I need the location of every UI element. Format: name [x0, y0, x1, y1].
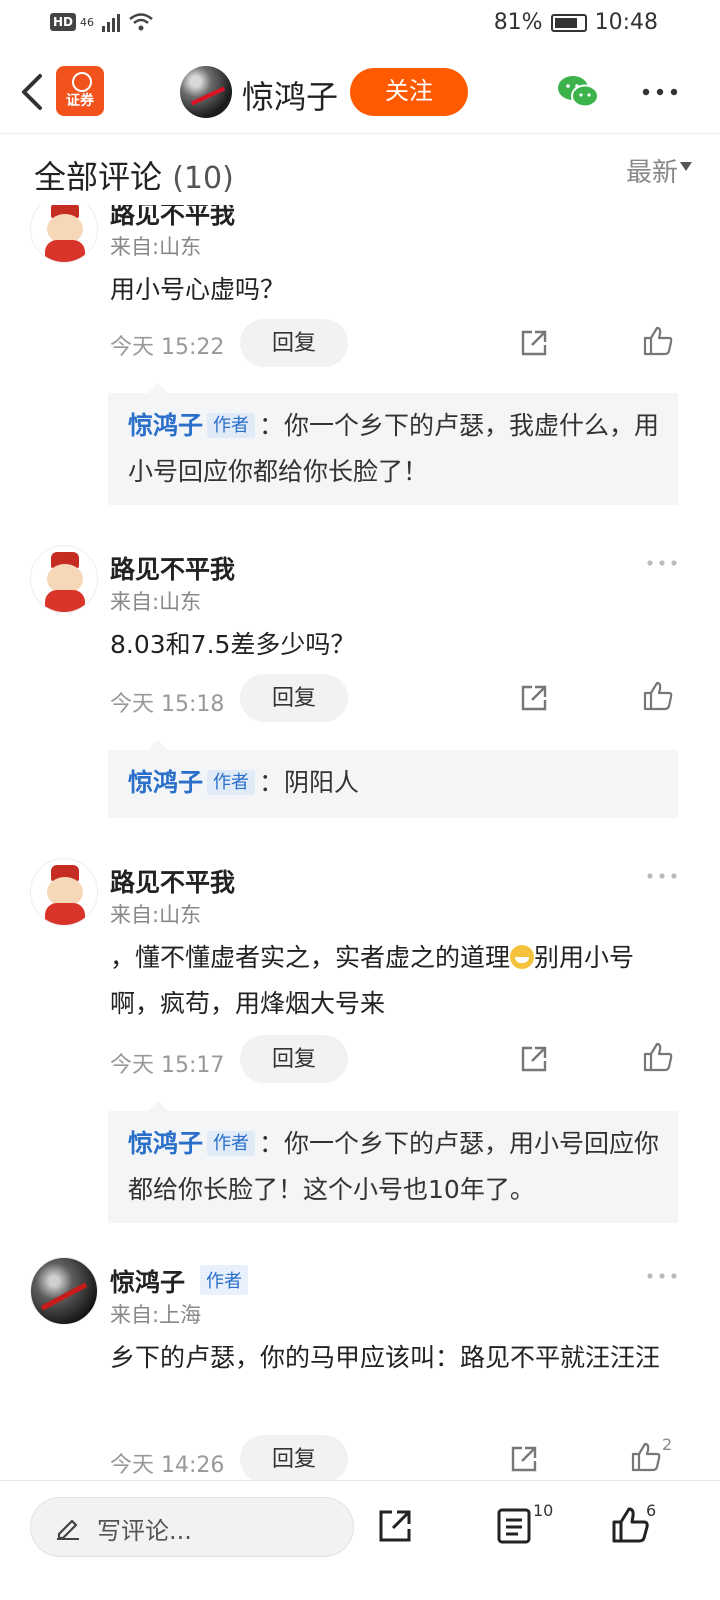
- reply-text: ：阴阳人: [259, 768, 360, 797]
- sort-dropdown[interactable]: 最新: [626, 152, 678, 189]
- comment-user-name[interactable]: 路见不平我: [110, 550, 235, 586]
- hd-badge: HD: [50, 13, 77, 31]
- reply-author-name[interactable]: 惊鸿子: [128, 1129, 203, 1158]
- comment-time: 今天 15:17: [110, 1053, 225, 1078]
- network-label: 46: [80, 15, 95, 29]
- author-badge: 作者: [207, 1131, 256, 1156]
- pen-icon: [57, 1519, 79, 1540]
- author-reply: 惊鸿子 作者 ：你一个乡下的卢瑟，我虚什么，用小号回应你都给你长脸了！: [108, 383, 678, 505]
- comment-text: ，懂不懂虚者实之，实者虚之的道理 别用小号啊，疯苟，用烽烟大号来: [110, 943, 635, 1018]
- comment-item: 路见不平我 来自:山东 8.03和7.5差多少吗？ 今天 15:18 回复 惊鸿…: [0, 540, 720, 820]
- like-icon[interactable]: [610, 1505, 650, 1545]
- comments-count: (10): [172, 161, 234, 196]
- follow-button[interactable]: 关注: [350, 68, 468, 116]
- like-icon[interactable]: [642, 1041, 674, 1073]
- comment-item: 路见不平我 来自:山东 用小号心虚吗？ 今天 15:22 回复 惊鸿子 作者 ：你一…: [0, 205, 720, 510]
- more-icon[interactable]: [646, 871, 678, 881]
- reply-button[interactable]: 回复: [240, 319, 348, 367]
- like-icon[interactable]: [642, 680, 674, 712]
- share-icon[interactable]: [508, 1443, 540, 1475]
- author-reply: 惊鸿子 作者 ：你一个乡下的卢瑟，用小号回应你都给你长脸了！这个小号也10年了。: [108, 1101, 678, 1223]
- comment-user-name[interactable]: 惊鸿子: [110, 1263, 185, 1299]
- comment-list-icon[interactable]: [496, 1507, 532, 1545]
- like-icon[interactable]: [630, 1441, 662, 1473]
- comment-location: 来自:山东: [110, 590, 202, 614]
- comment-item: 路见不平我 来自:山东 ，懂不懂虚者实之，实者虚之的道理 别用小号啊，疯苟，用烽烟…: [0, 853, 720, 1228]
- comment-text: 8.03和7.5差多少吗？: [110, 630, 356, 659]
- app-logo[interactable]: 证券: [56, 66, 104, 116]
- comment-location: 来自:山东: [110, 903, 202, 927]
- reply-author-name[interactable]: 惊鸿子: [128, 411, 203, 440]
- like-count: 2: [662, 1435, 673, 1454]
- grin-emoji-icon: [510, 945, 535, 969]
- author-avatar[interactable]: [180, 66, 232, 118]
- like-count-badge: 6: [646, 1501, 657, 1520]
- comment-input-placeholder: 写评论...: [97, 1517, 192, 1545]
- more-icon[interactable]: [640, 84, 680, 100]
- user-avatar[interactable]: [30, 1257, 98, 1325]
- bottom-bar: 写评论... 10 6: [0, 1480, 720, 1600]
- comment-location: 来自:山东: [110, 235, 202, 259]
- share-icon[interactable]: [518, 1043, 550, 1075]
- author-badge: 作者: [207, 413, 256, 438]
- more-icon[interactable]: [646, 1271, 678, 1281]
- user-avatar[interactable]: [30, 205, 98, 263]
- comments-title: 全部评论 (10): [34, 158, 234, 196]
- wifi-icon: [129, 13, 153, 31]
- user-avatar[interactable]: [30, 858, 98, 926]
- author-name[interactable]: 惊鸿子: [242, 72, 338, 118]
- reply-button[interactable]: 回复: [240, 1035, 348, 1083]
- signal-icon: [102, 12, 121, 32]
- comment-location: 来自:上海: [110, 1303, 202, 1327]
- user-avatar[interactable]: [30, 545, 98, 613]
- reply-button[interactable]: 回复: [240, 1435, 348, 1480]
- wechat-icon[interactable]: [556, 74, 600, 110]
- comment-time: 今天 15:18: [110, 692, 225, 717]
- caret-down-icon[interactable]: [680, 162, 692, 171]
- comment-list[interactable]: 路见不平我 来自:山东 用小号心虚吗？ 今天 15:22 回复 惊鸿子 作者 ：你一…: [0, 205, 720, 1480]
- comment-time: 今天 15:22: [110, 335, 225, 360]
- author-badge: 作者: [200, 1265, 248, 1295]
- author-badge: 作者: [207, 770, 256, 795]
- comment-user-name[interactable]: 路见不平我: [110, 863, 235, 899]
- status-bar: HD 46 81% 10:48: [0, 0, 720, 48]
- more-icon[interactable]: [646, 558, 678, 568]
- author-reply: 惊鸿子 作者 ：阴阳人: [108, 740, 678, 818]
- share-icon[interactable]: [518, 682, 550, 714]
- comment-user-name[interactable]: 路见不平我: [110, 205, 235, 231]
- like-icon[interactable]: [642, 325, 674, 357]
- share-icon[interactable]: [376, 1507, 414, 1545]
- clock: 10:48: [594, 10, 658, 35]
- reply-author-name[interactable]: 惊鸿子: [128, 768, 203, 797]
- comment-count-badge: 10: [533, 1501, 554, 1520]
- back-icon[interactable]: [18, 72, 48, 112]
- comment-item: 惊鸿子 作者 来自:上海 乡下的卢瑟，你的马甲应该叫：路见不平就汪汪汪 今天 1…: [0, 1255, 720, 1480]
- battery-percent: 81%: [493, 10, 543, 35]
- comment-input[interactable]: 写评论...: [30, 1497, 354, 1557]
- comment-text: 乡下的卢瑟，你的马甲应该叫：路见不平就汪汪汪: [110, 1343, 661, 1372]
- share-icon[interactable]: [518, 327, 550, 359]
- battery-icon: [550, 13, 587, 32]
- reply-button[interactable]: 回复: [240, 674, 348, 722]
- comment-text: 用小号心虚吗？: [110, 275, 286, 304]
- top-bar: 证券 惊鸿子 关注: [0, 52, 720, 134]
- comment-time: 今天 14:26: [110, 1453, 225, 1478]
